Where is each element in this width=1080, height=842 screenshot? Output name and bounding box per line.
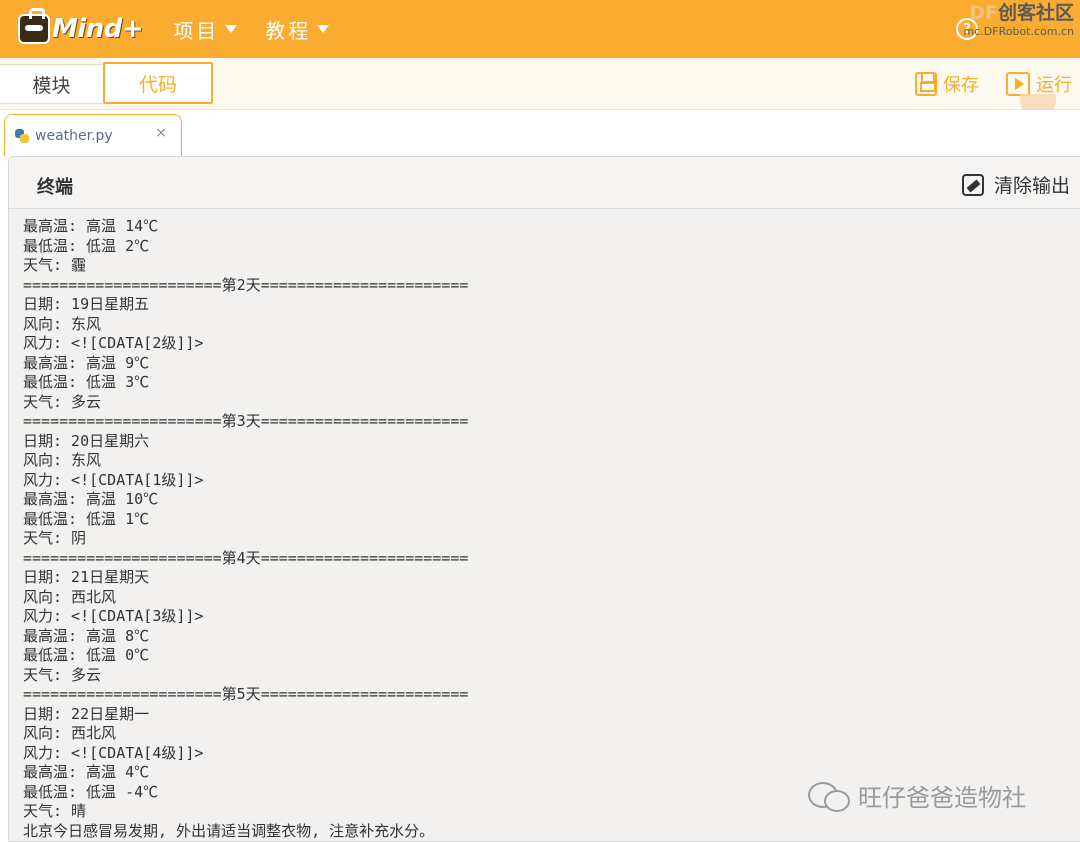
caret-down-icon xyxy=(317,25,330,33)
file-tab-bar: weather.py × xyxy=(0,110,1080,156)
terminal-line: 风向: 西北风 xyxy=(23,724,117,742)
mind-plus-logo: Mind+ xyxy=(18,0,144,58)
terminal-panel: 终端 清除输出 最高温: 高温 14℃ 最低温: 低温 2℃ 天气: 霾 ======… xyxy=(8,156,1080,842)
watermark-prefix: DF xyxy=(969,2,998,24)
terminal-line: 最低温: 低温 3℃ xyxy=(23,373,150,391)
clear-output-label: 清除输出 xyxy=(993,175,1070,197)
eraser-icon xyxy=(961,173,984,196)
terminal-line: 日期: 20日星期六 xyxy=(23,431,150,450)
tab-code[interactable]: 代码 xyxy=(103,62,213,104)
wechat-watermark-text: 旺仔爸爸造物社 xyxy=(858,784,1026,812)
watermark-name: 创客社区 xyxy=(997,2,1074,24)
terminal-line: ======================第3天===============… xyxy=(23,412,469,430)
terminal-line: 最低温: 低温 1℃ xyxy=(23,509,150,528)
terminal-line: 风力: <![CDATA[2级]]> xyxy=(23,334,204,352)
top-bar: Mind+ 项目 教程 ? DF创客社区 mc.DFRobot.com.cn xyxy=(0,0,1080,58)
terminal-line: 最低温: 低温 0℃ xyxy=(23,646,150,664)
dfrobot-watermark: DF创客社区 mc.DFRobot.com.cn xyxy=(963,2,1074,38)
terminal-line: 日期: 21日星期天 xyxy=(23,568,150,586)
terminal-line: 天气: 霾 xyxy=(23,256,87,274)
terminal-line: 天气: 阴 xyxy=(23,529,87,547)
play-icon xyxy=(1006,72,1030,96)
clear-output-button[interactable]: 清除输出 xyxy=(961,171,1070,198)
terminal-line: 最高温: 高温 9℃ xyxy=(23,353,150,372)
save-label: 保存 xyxy=(943,75,979,96)
terminal-line: 风向: 东风 xyxy=(23,314,102,333)
watermark-url: mc.DFRobot.com.cn xyxy=(963,25,1074,38)
terminal-line: ======================第5天===============… xyxy=(23,685,469,703)
file-tab-name: weather.py xyxy=(35,127,113,144)
terminal-header: 终端 清除输出 xyxy=(9,157,1080,209)
tab-blocks[interactable]: 模块 xyxy=(0,64,104,104)
mind-plus-logo-icon xyxy=(18,8,50,44)
menu-tutorial[interactable]: 教程 xyxy=(265,15,330,44)
terminal-line: 风力: <![CDATA[3级]]> xyxy=(23,607,204,625)
file-tab-weather[interactable]: weather.py × xyxy=(4,114,182,156)
terminal-output[interactable]: 最高温: 高温 14℃ 最低温: 低温 2℃ 天气: 霾 ==============… xyxy=(9,209,1080,841)
close-icon[interactable]: × xyxy=(155,125,167,141)
terminal-line: 天气: 多云 xyxy=(23,392,102,411)
terminal-line: 日期: 22日星期一 xyxy=(23,704,150,723)
menu-project-label: 项目 xyxy=(173,18,220,43)
terminal-line: 最低温: 低温 2℃ xyxy=(23,236,150,255)
caret-down-icon xyxy=(225,25,238,33)
terminal-line: 风向: 东风 xyxy=(23,451,102,469)
save-button[interactable]: 保存 xyxy=(915,71,979,97)
terminal-line: 风力: <![CDATA[1级]]> xyxy=(23,470,204,489)
terminal-line: 风力: <![CDATA[4级]]> xyxy=(23,743,204,762)
terminal-line: 北京今日感冒易发期, 外出请适当调整衣物, 注意补充水分。 xyxy=(23,821,435,840)
menu-tutorial-label: 教程 xyxy=(265,18,312,43)
terminal-line: 天气: 多云 xyxy=(23,665,102,684)
terminal-line: 风向: 西北风 xyxy=(23,587,117,606)
menu-project[interactable]: 项目 xyxy=(173,15,238,44)
logo-text: Mind+ xyxy=(52,14,144,44)
wechat-watermark: 旺仔爸爸造物社 xyxy=(808,778,1026,813)
wechat-icon xyxy=(808,780,850,812)
mode-toolbar: 模块 代码 保存 运行 xyxy=(0,58,1080,110)
terminal-line: 最高温: 高温 8℃ xyxy=(23,626,150,645)
terminal-line: 最高温: 高温 14℃ xyxy=(23,217,159,235)
terminal-line: ======================第4天===============… xyxy=(23,548,469,567)
terminal-line: 日期: 19日星期五 xyxy=(23,295,150,313)
python-icon xyxy=(15,128,29,143)
main-menu: 项目 教程 xyxy=(173,15,357,44)
terminal-title: 终端 xyxy=(37,177,73,198)
terminal-line: ======================第2天===============… xyxy=(23,275,469,294)
save-icon xyxy=(915,72,937,96)
terminal-line: 最高温: 高温 10℃ xyxy=(23,490,159,508)
